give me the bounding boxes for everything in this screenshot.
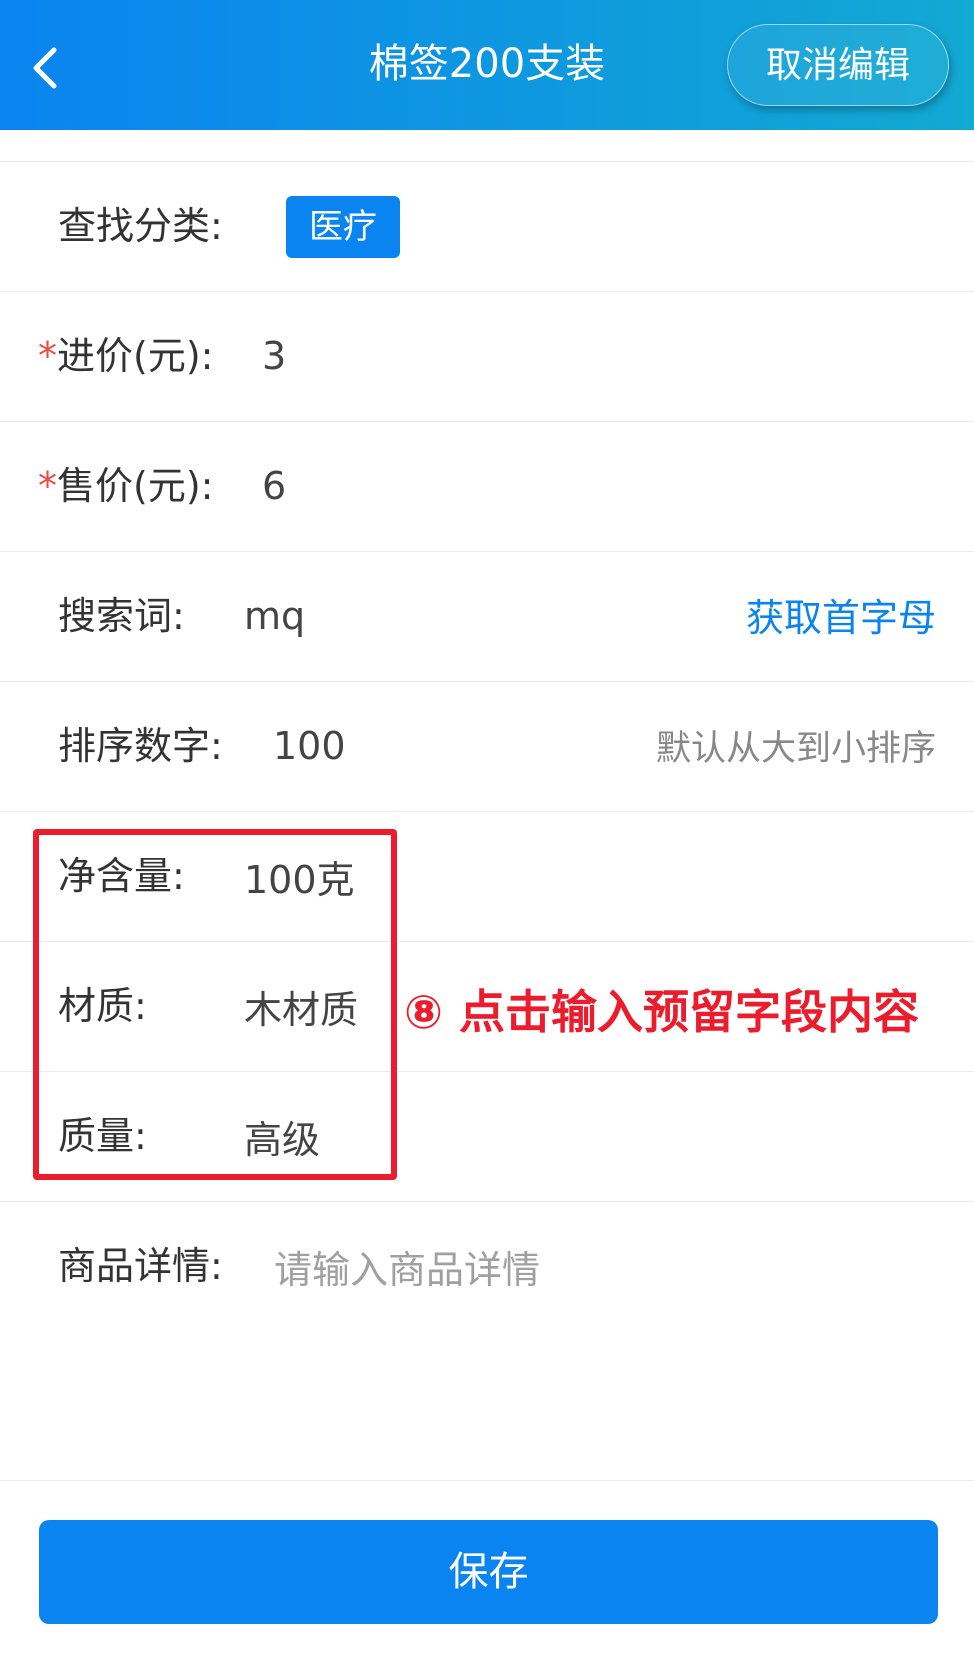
divider xyxy=(0,291,974,292)
net-content-label: 净含量: xyxy=(58,854,185,898)
category-label: 查找分类: xyxy=(58,204,223,248)
purchase-price-input[interactable]: 3 xyxy=(262,331,286,381)
divider xyxy=(0,681,974,682)
category-tag[interactable]: 医疗 xyxy=(286,196,400,258)
divider xyxy=(0,421,974,422)
chevron-left-icon xyxy=(33,47,57,89)
divider xyxy=(0,161,974,162)
product-form: 查找分类: 医疗 *进价(元): 3 *售价(元): 6 搜索词: mq 获取首… xyxy=(0,130,974,1674)
cancel-edit-button[interactable]: 取消编辑 xyxy=(727,24,949,106)
sale-price-label-text: 售价(元): xyxy=(57,464,214,508)
search-term-input[interactable]: mq xyxy=(244,591,305,641)
details-textarea[interactable]: 请输入商品详情 xyxy=(274,1245,540,1295)
divider xyxy=(0,1480,974,1481)
back-button[interactable] xyxy=(22,30,82,100)
search-term-label: 搜索词: xyxy=(58,594,185,638)
sale-price-label: *售价(元): xyxy=(38,461,213,511)
divider xyxy=(0,811,974,812)
material-label: 材质: xyxy=(58,984,147,1028)
annotation-callout: ⑧ 点击输入预留字段内容 xyxy=(404,985,919,1039)
details-label: 商品详情: xyxy=(58,1244,223,1288)
divider xyxy=(0,941,974,942)
net-content-input[interactable]: 100克 xyxy=(244,855,355,905)
quality-label: 质量: xyxy=(58,1114,147,1158)
divider xyxy=(0,1071,974,1072)
purchase-price-label: *进价(元): xyxy=(38,331,213,381)
get-initials-link[interactable]: 获取首字母 xyxy=(746,593,936,643)
required-mark: * xyxy=(38,464,57,508)
sort-number-input[interactable]: 100 xyxy=(273,721,346,771)
divider xyxy=(0,1201,974,1202)
save-button[interactable]: 保存 xyxy=(39,1520,938,1624)
divider xyxy=(0,551,974,552)
quality-input[interactable]: 高级 xyxy=(244,1115,320,1165)
sale-price-input[interactable]: 6 xyxy=(262,461,286,511)
material-input[interactable]: 木材质 xyxy=(244,985,358,1035)
app-header: 棉签200支装 取消编辑 xyxy=(0,0,974,130)
required-mark: * xyxy=(38,334,57,378)
sort-number-hint: 默认从大到小排序 xyxy=(655,729,936,769)
sort-number-label: 排序数字: xyxy=(58,724,223,768)
purchase-price-label-text: 进价(元): xyxy=(57,334,214,378)
